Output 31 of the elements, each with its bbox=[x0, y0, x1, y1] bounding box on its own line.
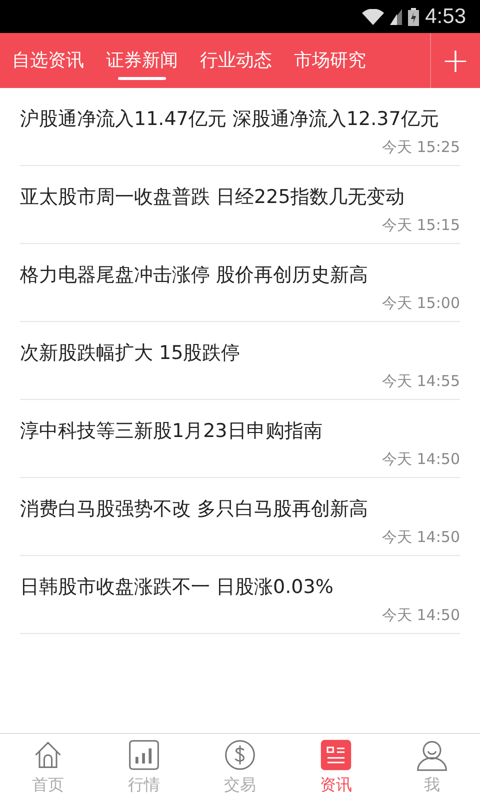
nav-tab[interactable]: 我 bbox=[384, 734, 480, 800]
tab[interactable]: 自选资讯 bbox=[12, 43, 84, 78]
nav-tab[interactable]: 资讯 bbox=[288, 734, 384, 800]
nav-tab[interactable]: 首页 bbox=[0, 734, 96, 800]
news-time: 今天 15:25 bbox=[381, 137, 460, 157]
battery-icon bbox=[408, 8, 420, 26]
news-title[interactable]: 消费白马股强势不改 多只白马股再创新高 bbox=[20, 496, 460, 523]
news-title[interactable]: 淳中科技等三新股1月23日申购指南 bbox=[20, 418, 460, 445]
news-time: 今天 14:55 bbox=[381, 371, 460, 391]
tab[interactable]: 行业动态 bbox=[200, 43, 272, 78]
tab[interactable]: 证券新闻 bbox=[106, 43, 178, 78]
news-time: 今天 14:50 bbox=[381, 605, 460, 625]
wifi-icon bbox=[362, 8, 384, 24]
news-title[interactable]: 日韩股市收盘涨跌不一 日股涨0.03% bbox=[20, 574, 460, 601]
clock: 4:53 bbox=[425, 4, 466, 30]
news-title[interactable]: 沪股通净流入11.47亿元 深股通净流入12.37亿元 bbox=[20, 106, 460, 133]
news-title[interactable]: 格力电器尾盘冲击涨停 股价再创历史新高 bbox=[20, 262, 460, 289]
signal-icon bbox=[390, 8, 402, 24]
bar-chart-icon bbox=[127, 738, 161, 772]
news-icon bbox=[319, 738, 353, 772]
nav-tab[interactable]: 交易 bbox=[192, 734, 288, 800]
news-title[interactable]: 次新股跌幅扩大 15股跌停 bbox=[20, 340, 460, 367]
news-time: 今天 14:50 bbox=[381, 527, 460, 547]
news-time: 今天 14:50 bbox=[381, 449, 460, 469]
tab[interactable]: 市场研究 bbox=[294, 43, 366, 78]
news-time: 今天 15:15 bbox=[381, 215, 460, 235]
news-title[interactable]: 亚太股市周一收盘普跌 日经225指数几无变动 bbox=[20, 184, 460, 211]
add-button[interactable]: + bbox=[430, 33, 480, 88]
dollar-icon bbox=[223, 738, 257, 772]
nav-tab[interactable]: 行情 bbox=[96, 734, 192, 800]
news-time: 今天 15:00 bbox=[381, 293, 460, 313]
